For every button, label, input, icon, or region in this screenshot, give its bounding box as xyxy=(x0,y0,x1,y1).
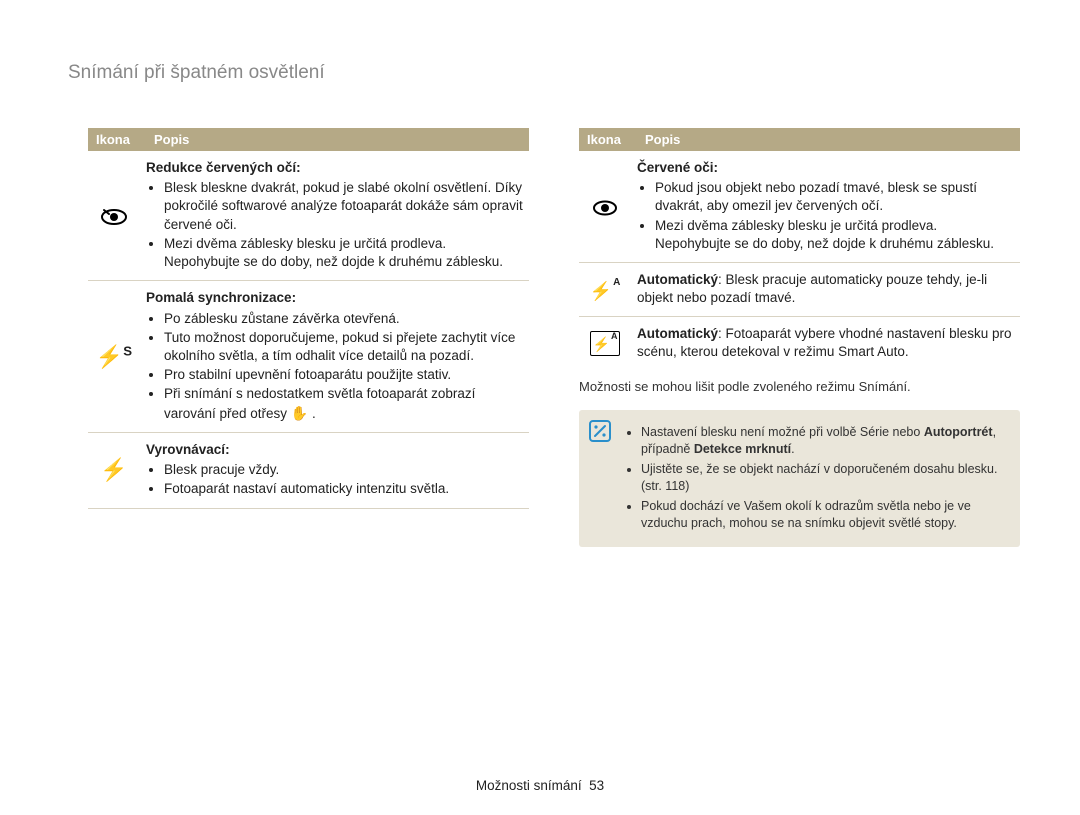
slow-sync-flash-icon: ⚡S xyxy=(88,281,146,433)
table-row: ⚡A Automatický: Blesk pracuje automatick… xyxy=(579,263,1020,316)
list-item: Fotoaparát nastaví automaticky intenzitu… xyxy=(164,480,523,498)
table-header-row: Ikona Popis xyxy=(88,128,529,151)
table-header-row: Ikona Popis xyxy=(579,128,1020,151)
list-item: Ujistěte se, že se objekt nachází v dopo… xyxy=(641,461,1006,496)
list-item: Při snímání s nedostatkem světla fotoapa… xyxy=(164,385,523,422)
content-columns: Ikona Popis Redukce červených očí: Blesk… xyxy=(88,128,1020,547)
info-icon xyxy=(589,420,611,442)
row-desc: Automatický: Fotoaparát vybere vhodné na… xyxy=(637,316,1020,369)
list-item: Blesk bleskne dvakrát, pokud je slabé ok… xyxy=(164,179,523,234)
list-item: Mezi dvěma záblesky blesku je určitá pro… xyxy=(655,217,1014,253)
row-desc: Pomalá synchronizace: Po záblesku zůstan… xyxy=(146,281,529,433)
list-item: Mezi dvěma záblesky blesku je určitá pro… xyxy=(164,235,523,271)
left-column: Ikona Popis Redukce červených očí: Blesk… xyxy=(88,128,529,547)
list-item: Blesk pracuje vždy. xyxy=(164,461,523,479)
left-table: Ikona Popis Redukce červených očí: Blesk… xyxy=(88,128,529,509)
right-table: Ikona Popis Červené oči: Pokud jsou obje… xyxy=(579,128,1020,369)
header-icon: Ikona xyxy=(579,128,637,151)
row-desc: Redukce červených očí: Blesk bleskne dva… xyxy=(146,151,529,281)
list-item: Pokud dochází ve Vašem okolí k odrazům s… xyxy=(641,498,1006,533)
list-item: Nastavení blesku není možné při volbě Sé… xyxy=(641,424,1006,459)
table-row: Červené oči: Pokud jsou objekt nebo poza… xyxy=(579,151,1020,263)
red-eye-icon xyxy=(579,151,637,263)
header-icon: Ikona xyxy=(88,128,146,151)
row-desc: Automatický: Blesk pracuje automaticky p… xyxy=(637,263,1020,316)
list-item: Po záblesku zůstane závěrka otevřená. xyxy=(164,310,523,328)
info-note-box: Nastavení blesku není možné při volbě Sé… xyxy=(579,410,1020,547)
table-row: ⚡S Pomalá synchronizace: Po záblesku zůs… xyxy=(88,281,529,433)
row-desc: Vyrovnávací: Blesk pracuje vždy. Fotoapa… xyxy=(146,432,529,508)
row-desc: Červené oči: Pokud jsou objekt nebo poza… xyxy=(637,151,1020,263)
list-item: Pokud jsou objekt nebo pozadí tmavé, ble… xyxy=(655,179,1014,215)
table-row: ⚡ Vyrovnávací: Blesk pracuje vždy. Fotoa… xyxy=(88,432,529,508)
header-desc: Popis xyxy=(637,128,1020,151)
header-desc: Popis xyxy=(146,128,529,151)
page-footer: Možnosti snímání 53 xyxy=(0,778,1080,793)
page-title: Snímání při špatném osvětlení xyxy=(68,62,325,84)
table-row: ⚡A Automatický: Fotoaparát vybere vhodné… xyxy=(579,316,1020,369)
fill-flash-icon: ⚡ xyxy=(88,432,146,508)
red-eye-reduction-icon xyxy=(88,151,146,281)
shake-warning-icon: ✋ xyxy=(291,405,308,421)
options-vary-note: Možnosti se mohou lišit podle zvoleného … xyxy=(579,379,1020,394)
auto-flash-icon: ⚡A xyxy=(579,263,637,316)
list-item: Pro stabilní upevnění fotoaparátu použij… xyxy=(164,366,523,384)
smart-auto-flash-icon: ⚡A xyxy=(579,316,637,369)
right-column: Ikona Popis Červené oči: Pokud jsou obje… xyxy=(579,128,1020,547)
table-row: Redukce červených očí: Blesk bleskne dva… xyxy=(88,151,529,281)
list-item: Tuto možnost doporučujeme, pokud si přej… xyxy=(164,329,523,365)
